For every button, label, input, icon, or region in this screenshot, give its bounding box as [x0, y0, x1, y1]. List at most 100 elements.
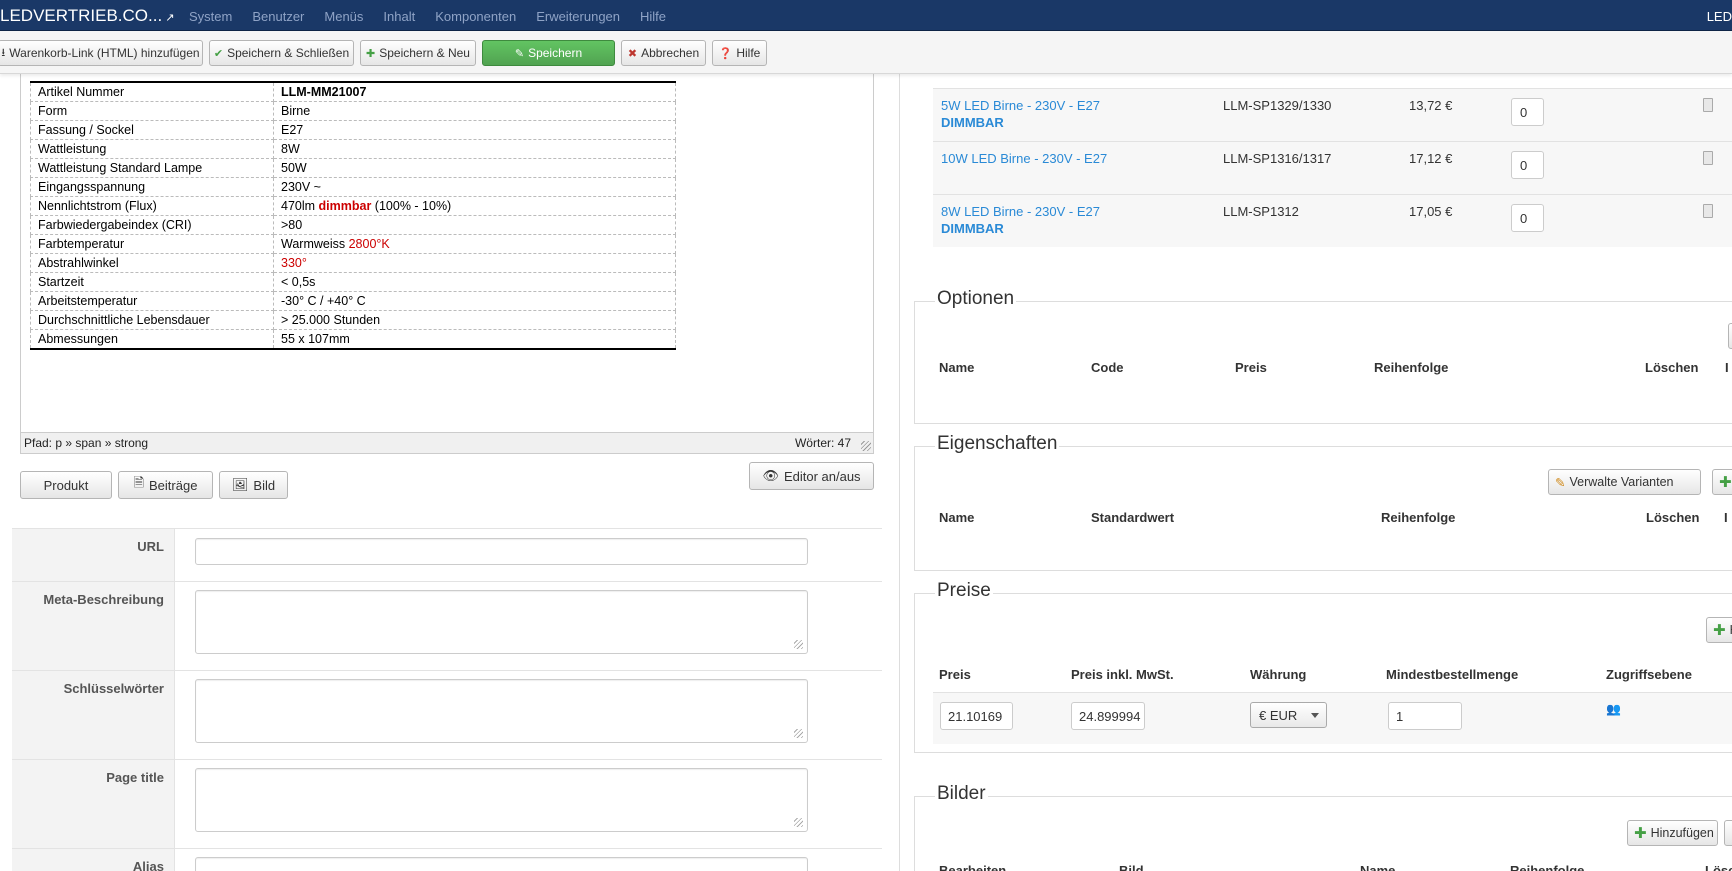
- insert-image-button[interactable]: 🖼 Bild: [219, 471, 288, 499]
- spec-value-text: 470lm: [281, 199, 319, 213]
- save-new-button[interactable]: ✚ Speichern & Neu: [360, 40, 476, 66]
- prices-title: Preise: [935, 580, 993, 602]
- currency-select[interactable]: € EUR: [1250, 702, 1327, 728]
- spec-table: Artikel Nummer LLM-MM21007 Form Birne Fass…: [30, 81, 676, 350]
- eye-icon: 👁: [762, 468, 779, 483]
- column-header: Standardwert: [1091, 510, 1175, 525]
- insert-article-label: Beiträge: [149, 477, 198, 493]
- table-row: Wattleistung 8W: [30, 139, 676, 159]
- table-row: 10W LED Birne - 230V - E27 LLM-SP1316/13…: [933, 141, 1732, 194]
- external-link-icon: ↗: [165, 12, 175, 24]
- related-product-link[interactable]: 5W LED Birne - 230V - E27: [941, 98, 1100, 113]
- column-header: Name: [939, 360, 975, 375]
- add-property-button[interactable]: ✚: [1712, 469, 1732, 495]
- chevron-down-icon: [1311, 713, 1319, 718]
- upload-icon: ⭳: [1, 46, 6, 59]
- order-input[interactable]: 0: [1511, 98, 1544, 126]
- right-column: 5W LED Birne - 230V - E27 DIMMBAR LLM-SP…: [900, 74, 1732, 871]
- spec-label: Nennlichtstrom (Flux): [30, 196, 274, 216]
- menu-extensions[interactable]: Erweiterungen: [536, 9, 620, 24]
- price-gross-input[interactable]: 24.899994: [1071, 702, 1145, 730]
- keywords-textarea[interactable]: [195, 679, 808, 743]
- site-brand-label: LEDVERTRIEB.CO...: [0, 6, 163, 25]
- table-row: Abmessungen 55 x 107mm: [30, 329, 676, 350]
- insert-article-button[interactable]: 🗎 Beiträge: [118, 471, 213, 499]
- page-title-row: Page title: [12, 759, 882, 848]
- access-group-icon[interactable]: 👥: [1606, 702, 1621, 716]
- menu-content[interactable]: Inhalt: [383, 9, 415, 24]
- site-brand-link[interactable]: LEDVERTRIEB.CO... ↗: [0, 6, 174, 26]
- table-row: Nennlichtstrom (Flux) 470lm dimmbar (100%…: [30, 196, 676, 216]
- check-icon: ✔: [213, 47, 224, 60]
- add-price-button[interactable]: ✚ H: [1706, 617, 1732, 643]
- order-input[interactable]: 0: [1511, 151, 1544, 179]
- currency-value: € EUR: [1259, 708, 1298, 723]
- insert-product-label: Produkt: [43, 477, 89, 493]
- keywords-label: Schlüsselwörter: [12, 671, 175, 759]
- rich-text-editor[interactable]: Artikel Nummer LLM-MM21007 Form Birne Fass…: [20, 74, 874, 454]
- word-count: Wörter: 47: [794, 436, 851, 450]
- manage-variants-label: Verwalte Varianten: [1569, 475, 1674, 489]
- trash-icon[interactable]: [1703, 151, 1713, 165]
- add-icon: ✚: [1713, 622, 1726, 639]
- column-header: Währung: [1250, 667, 1307, 682]
- question-icon: ❓: [718, 47, 733, 60]
- url-label: URL: [12, 529, 175, 581]
- image-extra-button[interactable]: [1724, 820, 1732, 846]
- options-title: Optionen: [935, 288, 1017, 310]
- images-fieldset: Bilder ✚ Hinzufügen Bearbeiten Bild Name…: [914, 783, 1732, 871]
- related-product-link[interactable]: 8W LED Birne - 230V - E27: [941, 204, 1100, 219]
- action-toolbar: ⭳ Warenkorb-Link (HTML) hinzufügen ✔ Spe…: [0, 31, 1732, 74]
- cancel-button[interactable]: ✖ Abbrechen: [621, 40, 706, 66]
- table-row: Startzeit < 0,5s: [30, 272, 676, 292]
- menu-system[interactable]: System: [189, 9, 232, 24]
- resize-handle-icon[interactable]: [794, 640, 803, 649]
- order-input[interactable]: 0: [1511, 204, 1544, 232]
- column-header: Zugriffsebene: [1606, 667, 1692, 682]
- menu-help[interactable]: Hilfe: [640, 9, 666, 24]
- manage-variants-button[interactable]: ✎ Verwalte Varianten: [1548, 469, 1701, 495]
- page-title-textarea[interactable]: [195, 768, 808, 832]
- table-row: Artikel Nummer LLM-MM21007: [30, 81, 676, 102]
- url-input[interactable]: [195, 538, 808, 565]
- dimmable-badge: DIMMBAR: [941, 221, 1004, 236]
- spec-value: > 25.000 Stunden: [273, 310, 676, 330]
- product-code: LLM-SP1312: [1223, 204, 1299, 219]
- column-header: Mindestbestellmenge: [1386, 667, 1519, 682]
- resize-handle-icon[interactable]: [861, 441, 871, 451]
- save-close-button[interactable]: ✔ Speichern & Schließen: [209, 40, 354, 66]
- meta-description-textarea[interactable]: [195, 590, 808, 654]
- insert-product-button[interactable]: Produkt: [20, 471, 112, 499]
- edit-icon: ✎: [1555, 475, 1566, 490]
- help-button[interactable]: ❓ Hilfe: [712, 40, 767, 66]
- nav-right-link[interactable]: LED: [1707, 9, 1732, 24]
- images-title: Bilder: [935, 783, 988, 805]
- add-cart-link-button[interactable]: ⭳ Warenkorb-Link (HTML) hinzufügen: [0, 40, 203, 66]
- add-image-button[interactable]: ✚ Hinzufügen: [1627, 820, 1718, 846]
- column-header: Bild: [1119, 863, 1144, 871]
- cancel-label: Abbrechen: [641, 46, 700, 60]
- menu-menus[interactable]: Menüs: [324, 9, 363, 24]
- spec-value-highlight: 2800°K: [348, 237, 390, 251]
- trash-icon[interactable]: [1703, 204, 1713, 218]
- min-quantity-input[interactable]: 1: [1388, 702, 1462, 730]
- add-option-button[interactable]: ✚: [1728, 323, 1732, 349]
- table-row: Fassung / Sockel E27: [30, 120, 676, 140]
- column-header: Reihenfolge: [1381, 510, 1456, 525]
- menu-components[interactable]: Komponenten: [435, 9, 516, 24]
- alias-input[interactable]: [195, 857, 808, 871]
- properties-title: Eigenschaften: [935, 433, 1060, 455]
- table-row: Abstrahlwinkel 330°: [30, 253, 676, 273]
- column-header: Lösc: [1705, 863, 1732, 871]
- toggle-editor-button[interactable]: 👁 Editor an/aus: [749, 462, 874, 490]
- related-product-link[interactable]: 10W LED Birne - 230V - E27: [941, 151, 1107, 166]
- trash-icon[interactable]: [1703, 98, 1713, 112]
- save-close-label: Speichern & Schließen: [227, 46, 350, 60]
- save-button[interactable]: ✎ Speichern: [482, 40, 615, 66]
- price-input[interactable]: 21.10169: [940, 702, 1013, 730]
- resize-handle-icon[interactable]: [794, 818, 803, 827]
- plus-icon: ✚: [366, 47, 376, 60]
- product-price: 17,05 €: [1409, 204, 1453, 219]
- resize-handle-icon[interactable]: [794, 729, 803, 738]
- menu-users[interactable]: Benutzer: [252, 9, 304, 24]
